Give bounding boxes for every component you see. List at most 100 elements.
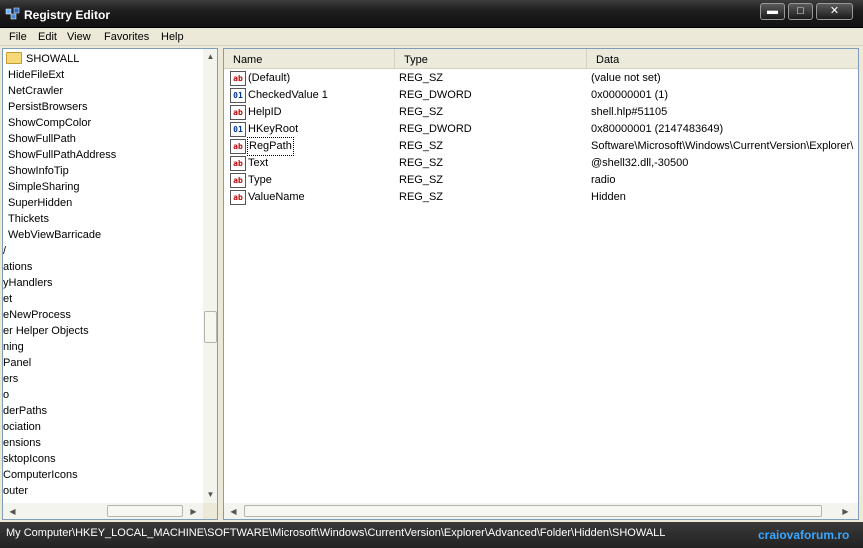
tree-item[interactable]: SuperHidden <box>8 195 72 211</box>
column-header-data[interactable]: Data <box>587 49 858 69</box>
value-type: REG_SZ <box>399 72 444 84</box>
scroll-corner <box>203 503 217 519</box>
tree-item[interactable]: SimpleSharing <box>8 179 80 195</box>
tree-vertical-scrollbar[interactable]: ▲ ▼ <box>203 49 217 503</box>
tree-item-showall[interactable]: SHOWALL <box>6 51 81 67</box>
value-row[interactable]: ab Type REG_SZ radio <box>224 172 858 189</box>
column-header-type[interactable]: Type <box>395 49 587 69</box>
tree-item[interactable]: ShowFullPathAddress <box>8 147 116 163</box>
tree-item[interactable]: Thickets <box>8 211 49 227</box>
tree-horizontal-scroll-thumb[interactable] <box>107 505 183 517</box>
string-value-icon: ab <box>230 105 246 120</box>
binary-value-icon: 01 <box>230 88 246 103</box>
values-horizontal-scroll-thumb[interactable] <box>244 505 822 517</box>
tree-item[interactable]: ers <box>3 371 18 387</box>
value-row[interactable]: ab HelpID REG_SZ shell.hlp#51105 <box>224 104 858 121</box>
key-tree: SHOWALL HideFileExt NetCrawler PersistBr… <box>3 49 203 503</box>
scroll-up-icon[interactable]: ▲ <box>203 49 217 64</box>
string-value-icon: ab <box>230 139 246 154</box>
registry-editor-icon <box>5 7 20 20</box>
value-row[interactable]: 01 HKeyRoot REG_DWORD 0x80000001 (214748… <box>224 121 858 138</box>
tree-item[interactable]: PersistBrowsers <box>8 99 87 115</box>
menu-view[interactable]: View <box>67 31 91 43</box>
value-row[interactable]: ab (Default) REG_SZ (value not set) <box>224 70 858 87</box>
value-name: Type <box>248 174 272 186</box>
tree-horizontal-scrollbar[interactable]: ◀ ▶ <box>3 503 203 519</box>
tree-vertical-scroll-thumb[interactable] <box>204 311 217 343</box>
title-bar[interactable]: Registry Editor ▬ □ ✕ <box>0 0 863 28</box>
scroll-left-icon[interactable]: ◀ <box>5 504 20 519</box>
scroll-left-icon[interactable]: ◀ <box>226 504 241 519</box>
tree-item[interactable]: er Helper Objects <box>3 323 89 339</box>
value-type: REG_SZ <box>399 191 444 203</box>
window-title: Registry Editor <box>24 8 111 22</box>
tree-item[interactable]: ociation <box>3 419 41 435</box>
tree-item[interactable]: et <box>3 291 12 307</box>
scroll-right-icon[interactable]: ▶ <box>186 504 201 519</box>
tree-item[interactable]: ShowInfoTip <box>8 163 69 179</box>
tree-item[interactable]: ComputerIcons <box>3 467 78 483</box>
tree-item[interactable]: o <box>3 387 9 403</box>
value-name: (Default) <box>248 72 291 84</box>
status-bar: My Computer\HKEY_LOCAL_MACHINE\SOFTWARE\… <box>0 522 863 548</box>
tree-item[interactable]: Panel <box>3 355 31 371</box>
tree-item[interactable]: ning <box>3 339 24 355</box>
tree-item-label: SHOWALL <box>26 53 80 65</box>
tree-item[interactable]: HideFileExt <box>8 67 64 83</box>
value-data: Software\Microsoft\Windows\CurrentVersio… <box>591 140 854 152</box>
menu-edit[interactable]: Edit <box>38 31 57 43</box>
value-data: (value not set) <box>591 72 661 84</box>
column-header-name[interactable]: Name <box>224 49 395 69</box>
tree-item[interactable]: ShowCompColor <box>8 115 91 131</box>
values-horizontal-scrollbar[interactable]: ◀ ▶ <box>224 503 858 519</box>
value-name: HelpID <box>248 106 282 118</box>
tree-item[interactable]: sktopIcons <box>3 451 56 467</box>
value-type: REG_SZ <box>399 106 444 118</box>
minimize-button[interactable]: ▬ <box>760 3 785 20</box>
menu-file[interactable]: File <box>9 31 27 43</box>
tree-item[interactable]: ensions <box>3 435 41 451</box>
tree-item[interactable]: outer <box>3 483 28 499</box>
maximize-icon: □ <box>797 5 804 17</box>
tree-item[interactable]: derPaths <box>3 403 47 419</box>
string-value-icon: ab <box>230 190 246 205</box>
binary-value-icon: 01 <box>230 122 246 137</box>
tree-item[interactable]: eNewProcess <box>3 307 71 323</box>
status-key-path: My Computer\HKEY_LOCAL_MACHINE\SOFTWARE\… <box>6 527 666 539</box>
value-row[interactable]: ab ValueName REG_SZ Hidden <box>224 189 858 206</box>
tree-item[interactable]: ations <box>3 259 32 275</box>
value-data: Hidden <box>591 191 626 203</box>
value-type: REG_DWORD <box>399 123 472 135</box>
value-row[interactable]: ab RegPath REG_SZ Software\Microsoft\Win… <box>224 137 858 156</box>
close-button[interactable]: ✕ <box>816 3 853 20</box>
close-icon: ✕ <box>829 5 840 17</box>
string-value-icon: ab <box>230 173 246 188</box>
value-data: shell.hlp#51105 <box>591 106 668 118</box>
maximize-button[interactable]: □ <box>788 3 813 20</box>
values-list-pane[interactable]: Name Type Data ab (Default) REG_SZ (valu… <box>223 48 859 520</box>
value-type: REG_SZ <box>399 157 444 169</box>
value-data: 0x80000001 (2147483649) <box>591 123 724 135</box>
key-tree-pane[interactable]: SHOWALL HideFileExt NetCrawler PersistBr… <box>2 48 218 520</box>
folder-open-icon <box>6 52 22 64</box>
tree-item[interactable]: WebViewBarricade <box>8 227 101 243</box>
value-name: RegPath <box>247 137 294 156</box>
menu-help[interactable]: Help <box>161 31 184 43</box>
tree-item[interactable]: / <box>3 243 6 259</box>
menu-favorites[interactable]: Favorites <box>104 31 149 43</box>
value-name: Text <box>248 157 269 169</box>
scroll-right-icon[interactable]: ▶ <box>838 504 853 519</box>
scroll-down-icon[interactable]: ▼ <box>203 487 217 502</box>
value-data: @shell32.dll,-30500 <box>591 157 689 169</box>
value-row[interactable]: 01 CheckedValue 1 REG_DWORD 0x00000001 (… <box>224 87 858 104</box>
value-name: CheckedValue 1 <box>248 89 328 101</box>
string-value-icon: ab <box>230 71 246 86</box>
tree-item[interactable]: ShowFullPath <box>8 131 76 147</box>
value-row[interactable]: ab Text REG_SZ @shell32.dll,-30500 <box>224 155 858 172</box>
tree-item[interactable]: NetCrawler <box>8 83 63 99</box>
minimize-icon: ▬ <box>767 5 778 17</box>
menu-bar: File Edit View Favorites Help <box>0 28 863 46</box>
value-data: 0x00000001 (1) <box>591 89 669 101</box>
tree-item[interactable]: yHandlers <box>3 275 53 291</box>
value-type: REG_SZ <box>399 174 444 186</box>
